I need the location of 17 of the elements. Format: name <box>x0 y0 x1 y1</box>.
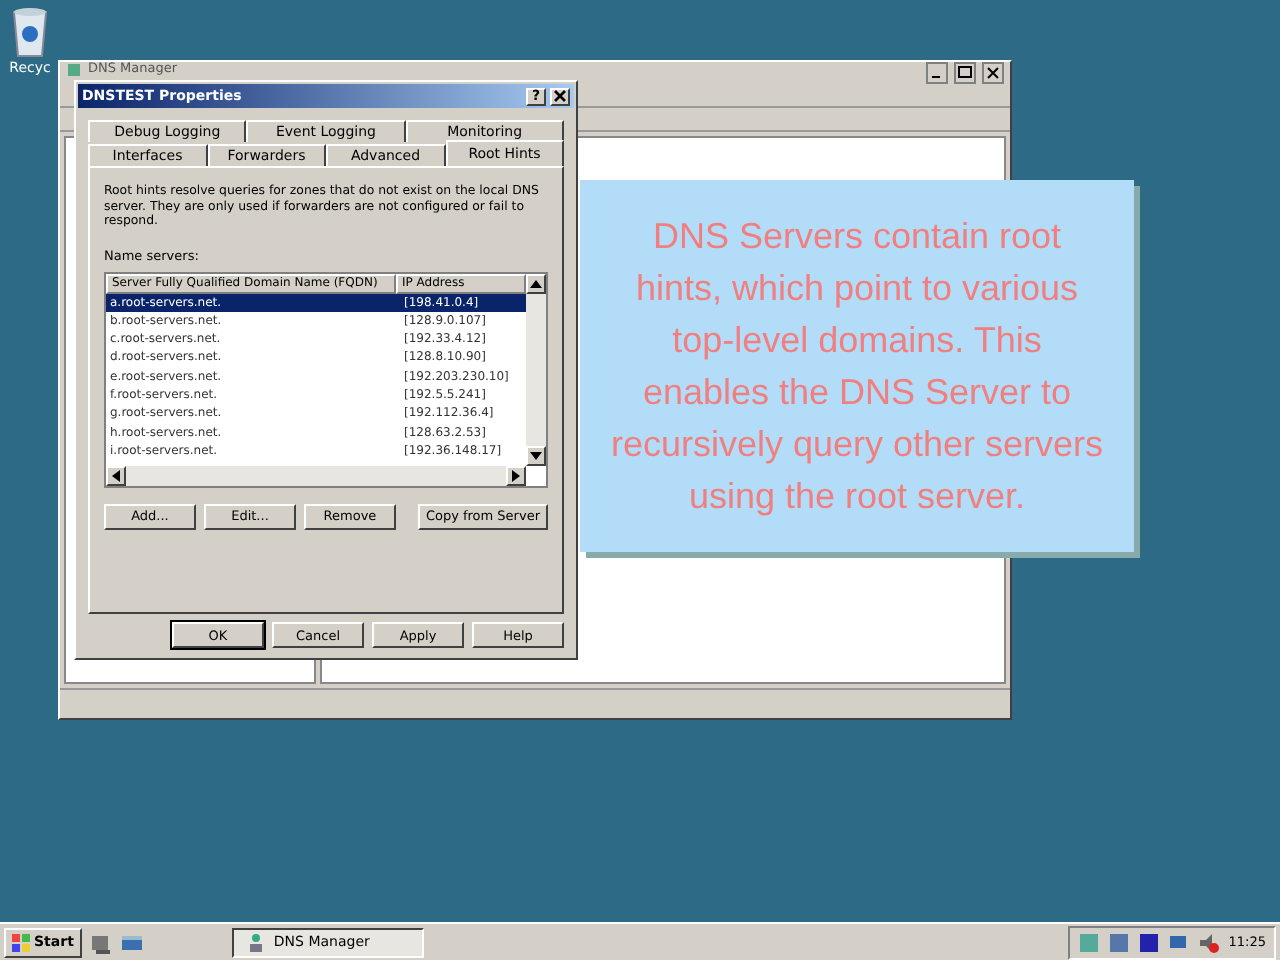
windows-logo-icon <box>12 933 30 951</box>
close-button[interactable] <box>550 87 570 105</box>
down-arrow-icon <box>528 447 544 463</box>
show-desktop-icon[interactable] <box>119 931 144 953</box>
left-arrow-icon <box>108 467 124 483</box>
up-arrow-icon <box>528 275 544 291</box>
right-arrow-icon <box>508 467 524 483</box>
close-icon <box>552 88 568 104</box>
speaker-icon[interactable] <box>1198 931 1221 953</box>
minimize-icon[interactable] <box>926 62 948 84</box>
horizontal-scrollbar[interactable] <box>106 465 526 485</box>
maximize-icon[interactable] <box>954 62 976 84</box>
app-icon <box>66 62 82 78</box>
callout-text: DNS Servers contain root hints, which point to various top-level domains. This enables the DNS Server to recursively query other servers using the root server. <box>608 214 1106 520</box>
vertical-scrollbar[interactable] <box>526 273 546 465</box>
name-server-list[interactable] <box>104 271 548 487</box>
close-icon[interactable] <box>982 62 1004 84</box>
